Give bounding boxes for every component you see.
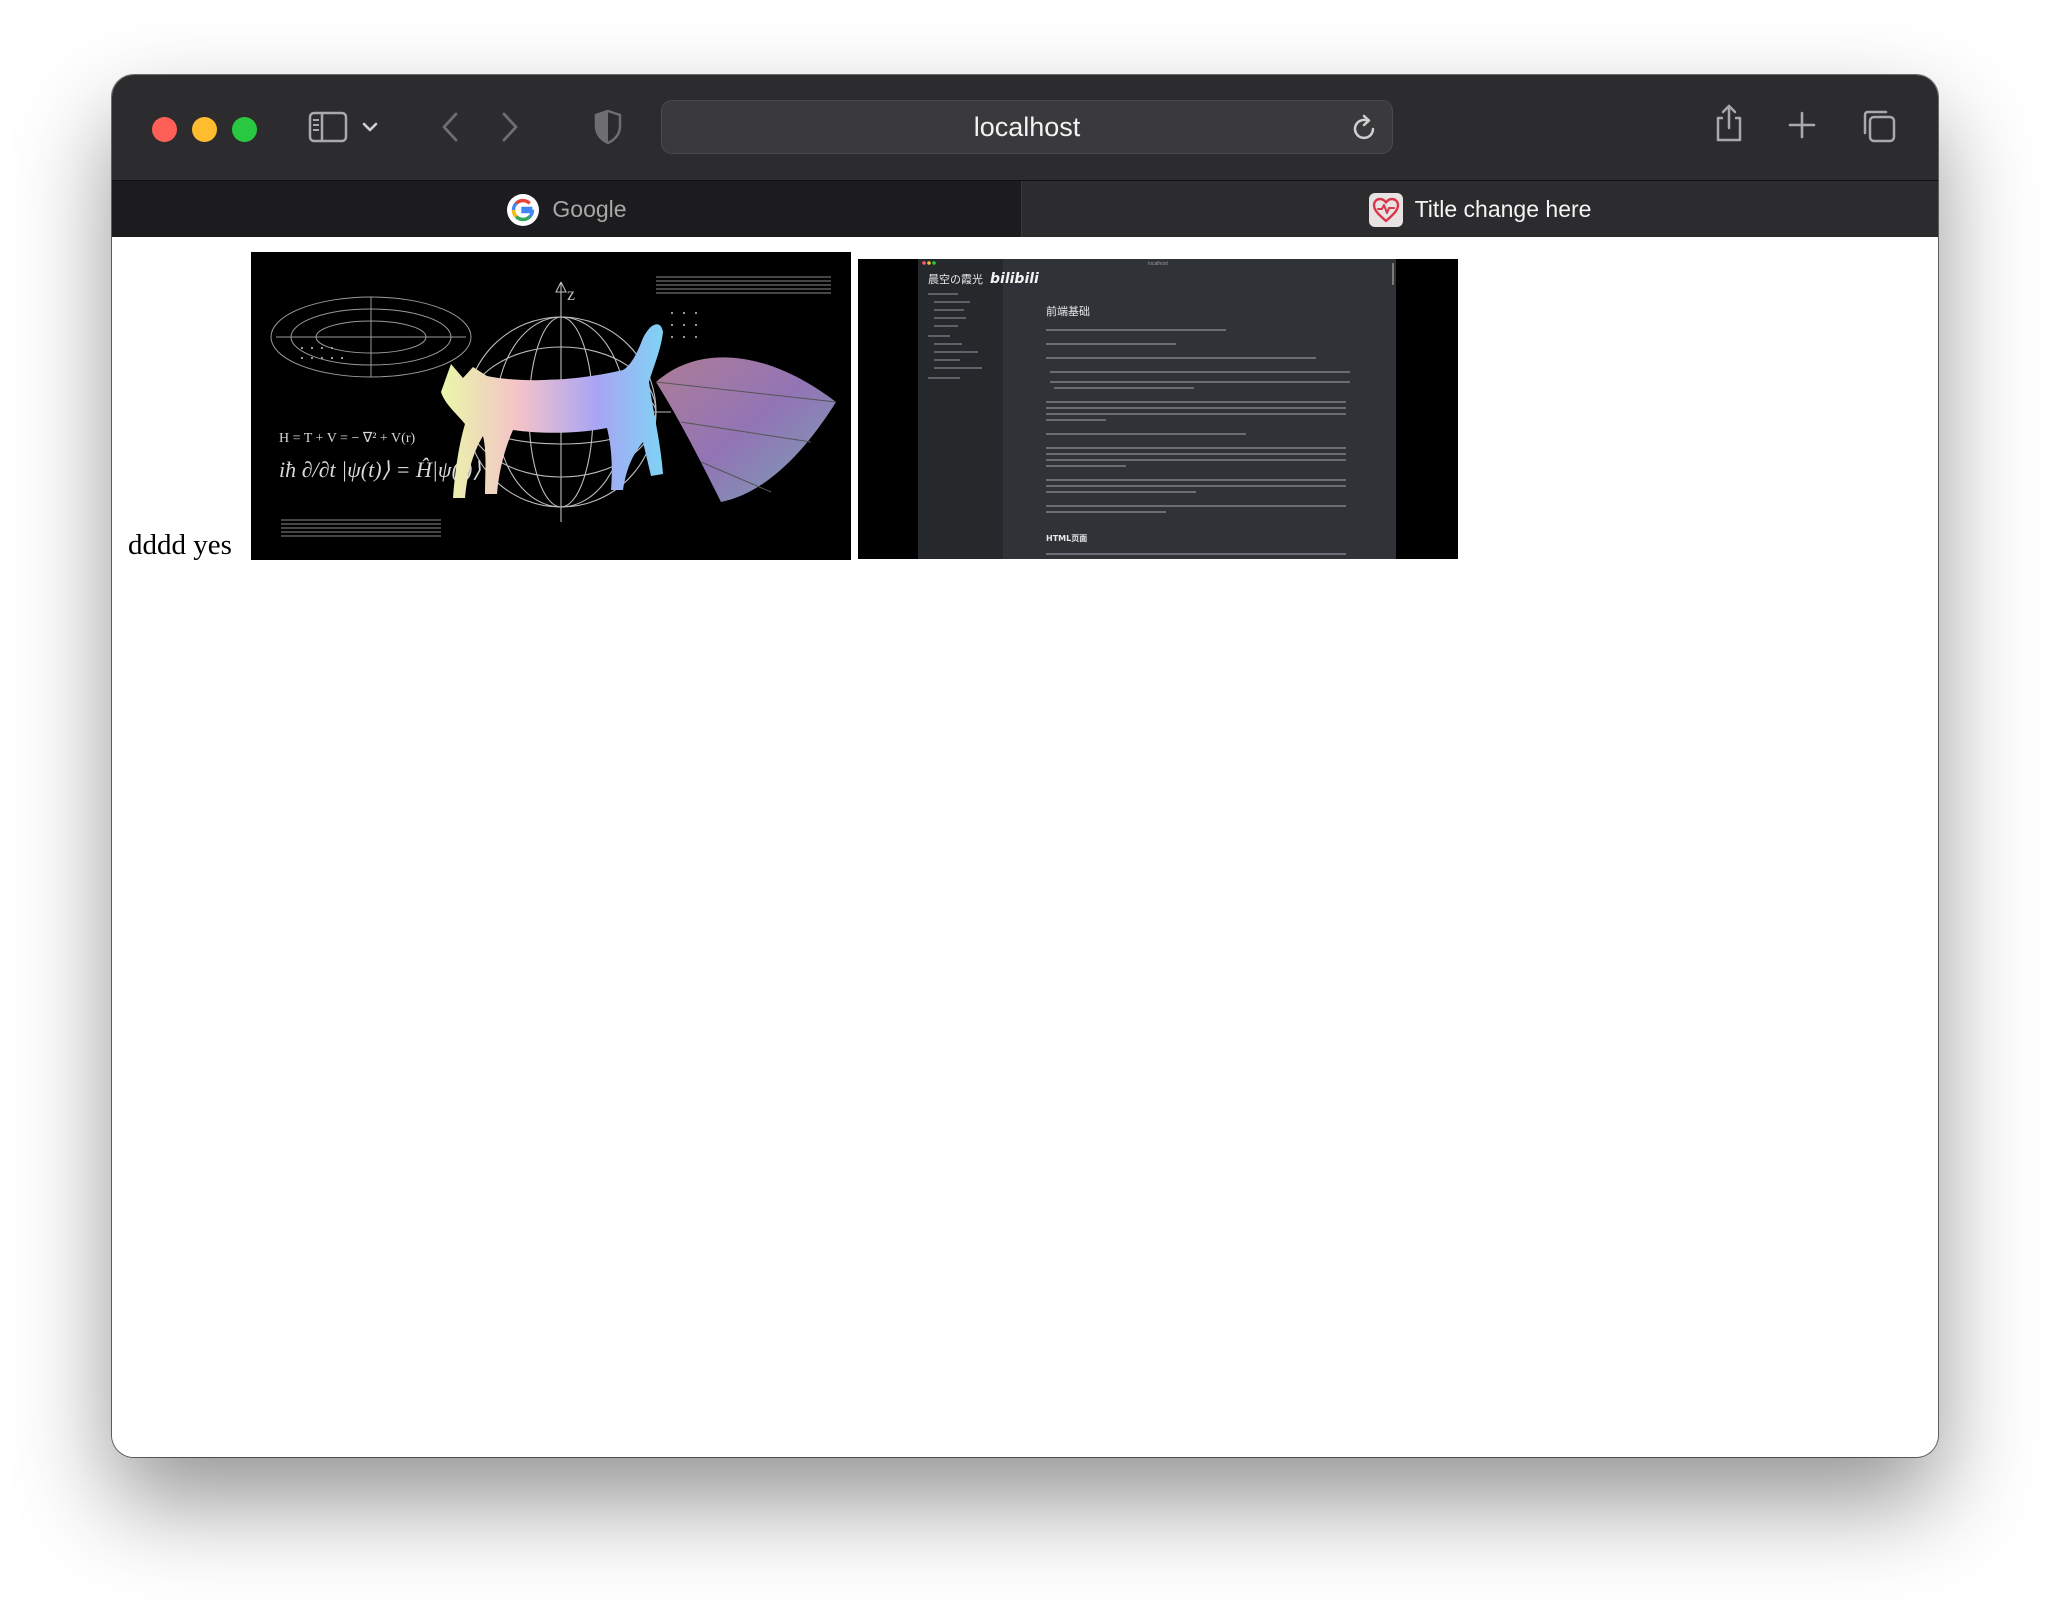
new-tab-button[interactable] [1786, 109, 1818, 141]
close-window-button[interactable] [152, 117, 177, 142]
screenshot-subheading: HTML页面 [1046, 534, 1087, 543]
share-icon [1716, 104, 1742, 142]
chevron-right-icon [502, 112, 518, 142]
tab-overview-icon [1863, 110, 1896, 143]
svg-text:z: z [567, 284, 575, 304]
screenshot-image: localhost 晨空の霞光 bilibili 前端基础 HTML页面 [858, 259, 1458, 559]
sidebar-menu-button[interactable] [360, 115, 380, 139]
tab-bar: Google Title change here [112, 180, 1938, 238]
chevron-down-icon [362, 122, 378, 132]
privacy-report-button[interactable] [592, 107, 624, 147]
back-button[interactable] [436, 109, 464, 145]
forward-button[interactable] [496, 109, 524, 145]
sidebar-toggle-button[interactable] [304, 107, 352, 147]
tab-title: Google [552, 196, 627, 222]
tab-google[interactable]: Google [112, 181, 1022, 238]
address-bar[interactable]: localhost [661, 100, 1393, 154]
minimize-window-button[interactable] [192, 117, 217, 142]
svg-text:iħ ∂/∂t |ψ(t)⟩ = Ĥ|ψ(t)⟩: iħ ∂/∂t |ψ(t)⟩ = Ĥ|ψ(t)⟩ [279, 457, 481, 482]
screenshot-window-title: localhost [1148, 261, 1168, 267]
tab-overview-button[interactable] [1860, 107, 1898, 145]
google-icon [506, 193, 540, 227]
browser-toolbar: localhost [112, 75, 1938, 180]
screenshot-heading: 前端基础 [1046, 304, 1090, 318]
heart-icon [1368, 192, 1403, 227]
browser-window: localhost Google Title change here dddd … [112, 75, 1938, 1457]
shield-icon [594, 109, 622, 145]
screenshot-brand-logo: bilibili [990, 271, 1039, 287]
page-content: dddd yes z H = T + V = − ∇² + V(r) iħ ∂/… [112, 237, 1938, 1457]
chevron-left-icon [442, 112, 458, 142]
reload-icon[interactable] [1352, 114, 1378, 142]
svg-text:H = T + V = − ∇² + V(r): H = T + V = − ∇² + V(r) [279, 431, 415, 446]
plus-icon [1788, 111, 1816, 139]
screenshot-brand-text: 晨空の霞光 [928, 272, 983, 286]
sidebar-icon [308, 111, 348, 143]
zoom-window-button[interactable] [232, 117, 257, 142]
url-text: localhost [973, 111, 1081, 142]
inline-text: dddd yes [128, 529, 232, 561]
tab-title: Title change here [1414, 196, 1592, 222]
tab-title-change-here[interactable]: Title change here [1022, 181, 1938, 238]
cat-physics-image: z H = T + V = − ∇² + V(r) iħ ∂/∂t |ψ(t)⟩… [251, 252, 851, 560]
share-button[interactable] [1712, 101, 1746, 145]
